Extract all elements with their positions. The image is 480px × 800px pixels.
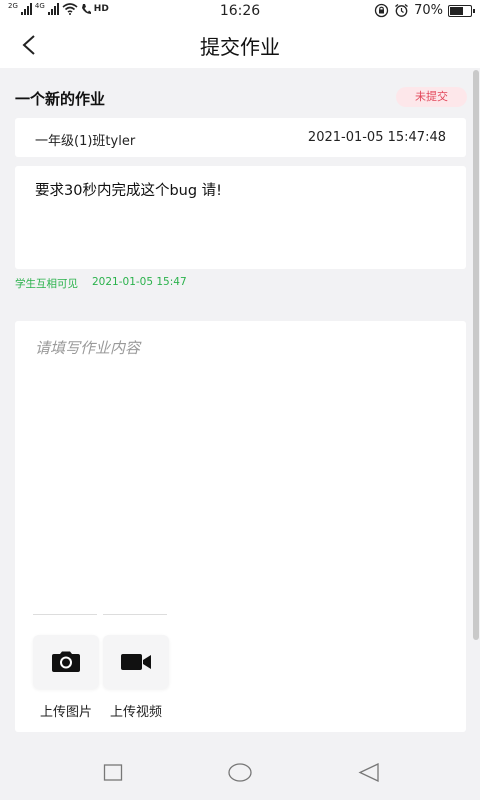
upload-video-button[interactable]: [103, 635, 169, 689]
page-title: 提交作业: [200, 35, 280, 59]
upload-video-label: 上传视频: [109, 705, 162, 720]
alarm-icon: [395, 3, 408, 17]
homework-content-input[interactable]: [35, 337, 445, 597]
camera-icon: [52, 651, 80, 672]
status-badge: 未提交: [396, 87, 467, 107]
video-camera-icon: [121, 654, 151, 670]
system-nav-bar: [0, 748, 480, 800]
submission-card: 上传图片 上传视频: [15, 321, 466, 732]
status-right: 70%: [374, 3, 475, 18]
upload-image-button[interactable]: [33, 635, 99, 689]
battery-percent: 70%: [414, 3, 443, 18]
publish-time: 2021-01-05 15:47: [92, 276, 187, 288]
homework-info-card: 一年级(1)班tyler 2021-01-05 15:47:48: [15, 118, 466, 157]
divider: [103, 614, 167, 615]
assigned-time: 2021-01-05 15:47:48: [307, 130, 446, 145]
scrollbar[interactable]: [473, 70, 479, 640]
class-name: 一年级(1)班tyler: [35, 134, 136, 149]
visibility-label: 学生互相可见: [15, 278, 78, 290]
visibility-meta: 学生互相可见 2021-01-05 15:47: [15, 276, 187, 291]
recent-apps-button[interactable]: [103, 762, 123, 782]
battery-level: [450, 6, 464, 15]
divider: [33, 614, 97, 615]
rotation-lock-icon: [374, 3, 389, 18]
homework-title: 一个新的作业: [15, 90, 106, 108]
home-button[interactable]: [228, 762, 252, 782]
battery-icon: [448, 4, 475, 17]
requirement-text: 要求30秒内完成这个bug 请!: [35, 183, 222, 199]
app-header: 提交作业: [0, 22, 480, 68]
upload-image-label: 上传图片: [39, 705, 92, 720]
back-nav-button[interactable]: [358, 762, 380, 782]
status-bar: 2G 4G HD 16:26 70%: [0, 0, 480, 22]
requirement-card: 要求30秒内完成这个bug 请!: [15, 166, 466, 269]
